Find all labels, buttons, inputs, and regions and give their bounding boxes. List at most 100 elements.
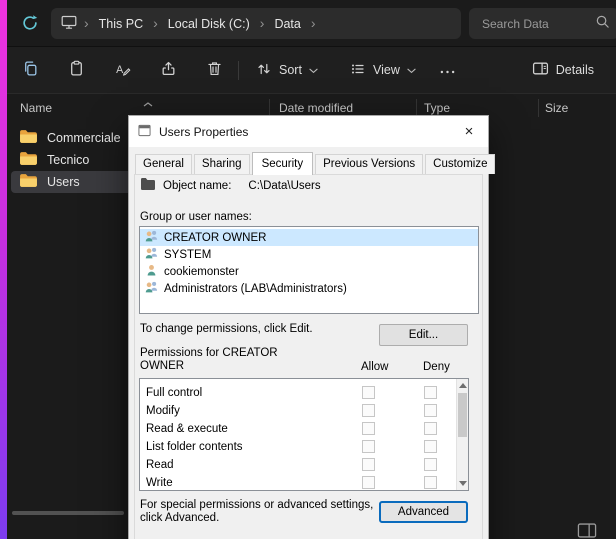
deny-checkbox[interactable] xyxy=(424,404,437,417)
scrollbar-thumb[interactable] xyxy=(458,393,467,437)
folder-icon xyxy=(19,129,38,147)
breadcrumb-chevron-icon: › xyxy=(260,16,265,30)
column-separator[interactable] xyxy=(538,99,539,117)
allow-checkbox[interactable] xyxy=(362,404,375,417)
vertical-scrollbar[interactable] xyxy=(456,379,468,490)
group-name: SYSTEM xyxy=(164,249,211,261)
copy-icon xyxy=(22,60,39,80)
rename-button[interactable]: A xyxy=(103,55,141,85)
refresh-icon xyxy=(21,14,39,35)
permission-name: Read & execute xyxy=(146,423,228,435)
share-button[interactable] xyxy=(149,55,187,85)
column-header-type[interactable]: Type xyxy=(424,101,450,115)
permissions-for-label: Permissions for CREATOR OWNER xyxy=(140,347,290,372)
clipboard-icon xyxy=(68,60,85,80)
tab-previous-versions[interactable]: Previous Versions xyxy=(315,154,423,174)
details-label: Details xyxy=(556,63,594,77)
search-icon xyxy=(595,14,610,34)
explorer-toolbar: A Sort View xyxy=(7,47,616,94)
advanced-hint: For special permissions or advanced sett… xyxy=(140,499,380,524)
paste-button[interactable] xyxy=(57,55,95,85)
address-bar[interactable]: › This PC › Local Disk (C:) › Data › xyxy=(51,8,461,39)
edit-button[interactable]: Edit... xyxy=(379,324,468,346)
deny-checkbox[interactable] xyxy=(424,458,437,471)
folder-icon xyxy=(19,151,38,169)
tab-general[interactable]: General xyxy=(135,154,192,174)
group-item-cookiemonster[interactable]: cookiemonster xyxy=(140,263,478,280)
group-name: CREATOR OWNER xyxy=(164,232,266,244)
explorer-navbar: › This PC › Local Disk (C:) › Data › xyxy=(7,0,616,47)
allow-checkbox[interactable] xyxy=(362,422,375,435)
deny-checkbox[interactable] xyxy=(424,440,437,453)
user-group-icon xyxy=(144,280,159,297)
tab-security[interactable]: Security xyxy=(252,152,314,175)
permission-row-write: Write xyxy=(140,474,468,491)
deny-checkbox[interactable] xyxy=(424,422,437,435)
permission-name: Modify xyxy=(146,405,180,417)
desktop-edge-accent xyxy=(0,0,7,539)
tab-strip: General Sharing Security Previous Versio… xyxy=(135,153,497,175)
user-icon xyxy=(144,263,159,280)
folder-dark-icon xyxy=(140,177,156,194)
sort-label: Sort xyxy=(279,63,302,77)
view-list-icon xyxy=(350,61,366,80)
tab-sharing[interactable]: Sharing xyxy=(194,154,250,174)
breadcrumb-chevron-icon: › xyxy=(84,16,89,30)
refresh-button[interactable] xyxy=(17,11,43,37)
permission-row-read-execute: Read & execute xyxy=(140,420,468,438)
file-name: Tecnico xyxy=(47,153,89,167)
scroll-down-arrow-icon[interactable] xyxy=(459,481,467,486)
more-options-button[interactable] xyxy=(431,55,463,85)
search-input[interactable] xyxy=(482,17,595,31)
share-icon xyxy=(160,60,177,80)
deny-checkbox[interactable] xyxy=(424,386,437,399)
group-name: cookiemonster xyxy=(164,266,239,278)
screen: › This PC › Local Disk (C:) › Data › xyxy=(0,0,616,539)
breadcrumb-this-pc[interactable]: This PC xyxy=(96,15,146,33)
breadcrumb-local-disk-c[interactable]: Local Disk (C:) xyxy=(165,15,253,33)
folder-icon xyxy=(19,173,38,191)
svg-text:A: A xyxy=(116,64,124,76)
group-names-label: Group or user names: xyxy=(140,211,252,223)
group-name: Administrators (LAB\Administrators) xyxy=(164,283,347,295)
object-name-label: Object name: xyxy=(163,180,231,192)
allow-checkbox[interactable] xyxy=(362,386,375,399)
trash-icon xyxy=(206,60,223,80)
allow-checkbox[interactable] xyxy=(362,458,375,471)
breadcrumb-data[interactable]: Data xyxy=(271,15,303,33)
group-item-system[interactable]: SYSTEM xyxy=(140,246,478,263)
this-pc-icon xyxy=(61,14,77,33)
details-button[interactable]: Details xyxy=(522,55,604,85)
column-header-name[interactable]: Name xyxy=(20,101,52,115)
copy-button[interactable] xyxy=(11,55,49,85)
view-label: View xyxy=(373,63,400,77)
chevron-down-icon xyxy=(309,63,318,77)
allow-checkbox[interactable] xyxy=(362,440,375,453)
allow-checkbox[interactable] xyxy=(362,476,375,489)
sort-arrows-icon xyxy=(256,61,272,80)
toolbar-separator xyxy=(238,61,239,80)
scroll-up-arrow-icon[interactable] xyxy=(459,383,467,388)
search-box xyxy=(469,8,616,39)
sort-button[interactable]: Sort xyxy=(247,55,327,85)
group-item-administrators[interactable]: Administrators (LAB\Administrators) xyxy=(140,280,478,297)
edit-hint: To change permissions, click Edit. xyxy=(140,323,313,335)
breadcrumb-chevron-icon: › xyxy=(311,16,316,30)
deny-checkbox[interactable] xyxy=(424,476,437,489)
security-tab-content: Object name: C:\Data\Users Group or user… xyxy=(129,116,488,539)
column-header-size[interactable]: Size xyxy=(545,101,568,115)
group-item-creator-owner[interactable]: CREATOR OWNER xyxy=(140,229,478,246)
allow-column-header: Allow xyxy=(361,361,388,373)
rename-icon: A xyxy=(114,60,131,80)
users-properties-dialog: Users Properties × General Sharing Secur… xyxy=(128,115,489,539)
ellipsis-icon xyxy=(440,63,455,77)
horizontal-scrollbar[interactable] xyxy=(12,511,124,515)
user-group-icon xyxy=(144,229,159,246)
view-button[interactable]: View xyxy=(341,55,425,85)
advanced-button[interactable]: Advanced xyxy=(379,501,468,523)
statusbar-view-toggle-icon[interactable] xyxy=(577,523,597,539)
delete-button[interactable] xyxy=(195,55,233,85)
sort-ascending-icon xyxy=(143,96,153,110)
tab-customize[interactable]: Customize xyxy=(425,154,495,174)
column-header-date-modified[interactable]: Date modified xyxy=(279,101,353,115)
